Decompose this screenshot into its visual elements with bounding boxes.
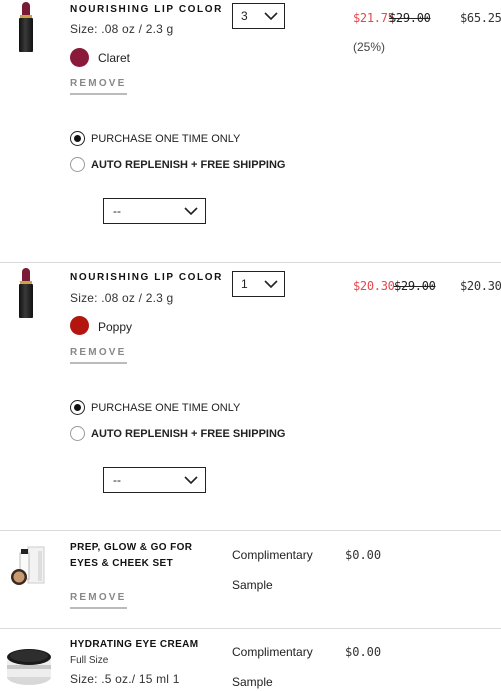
quantity-value: 3 — [241, 9, 248, 23]
auto-replenish-option[interactable]: AUTO REPLENISH + FREE SHIPPING — [70, 426, 285, 441]
quantity-select[interactable]: 3 — [232, 3, 285, 29]
chevron-down-icon — [264, 280, 278, 289]
frequency-value: -- — [113, 204, 121, 218]
sample-label: Sample — [232, 675, 273, 689]
original-price: $29.00 — [394, 279, 436, 293]
sale-price: $20.30 — [353, 279, 395, 293]
shade-swatch — [70, 316, 89, 335]
cart-item-2: NOURISHING LIP COLOR Size: .08 oz / 2.3 … — [0, 263, 501, 530]
sample-label: Sample — [232, 578, 273, 592]
product-size: Size: .08 oz / 2.3 g — [70, 22, 174, 36]
product-size: Size: .08 oz / 2.3 g — [70, 291, 174, 305]
radio-purchase-once[interactable] — [70, 131, 85, 146]
purchase-once-option[interactable]: PURCHASE ONE TIME ONLY — [70, 131, 240, 146]
purchase-once-label: PURCHASE ONE TIME ONLY — [91, 132, 241, 145]
product-image-lipstick — [19, 2, 33, 52]
radio-auto-replenish[interactable] — [70, 426, 85, 441]
line-total: $0.00 — [345, 645, 382, 659]
cart-item-1: NOURISHING LIP COLOR Size: .08 oz / 2.3 … — [0, 0, 501, 262]
frequency-select[interactable]: -- — [103, 467, 206, 493]
product-title[interactable]: HYDRATING EYE CREAM — [70, 639, 199, 650]
auto-replenish-option[interactable]: AUTO REPLENISH + FREE SHIPPING — [70, 157, 285, 172]
purchase-once-label: PURCHASE ONE TIME ONLY — [91, 401, 241, 414]
chevron-down-icon — [184, 207, 198, 216]
sample-item-1: PREP, GLOW & GO FOR EYES & CHEEK SET REM… — [0, 531, 501, 627]
frequency-value: -- — [113, 473, 121, 487]
line-total: $0.00 — [345, 548, 382, 562]
line-total: $20.30 — [460, 279, 501, 293]
purchase-once-option[interactable]: PURCHASE ONE TIME ONLY — [70, 400, 240, 415]
product-image-lipstick — [19, 268, 33, 318]
complimentary-label: Complimentary — [232, 548, 313, 562]
remove-button[interactable]: REMOVE — [70, 78, 127, 95]
line-total: $65.25 — [460, 11, 501, 25]
product-image-set — [11, 546, 45, 585]
discount-percent: (25%) — [353, 40, 386, 54]
product-subtitle: Full Size — [70, 655, 109, 666]
shade-swatch — [70, 48, 89, 67]
radio-purchase-once[interactable] — [70, 400, 85, 415]
remove-button[interactable]: REMOVE — [70, 592, 127, 609]
remove-button[interactable]: REMOVE — [70, 347, 127, 364]
quantity-value: 1 — [241, 277, 248, 291]
original-price: $29.00 — [389, 11, 431, 25]
sample-item-2: HYDRATING EYE CREAM Full Size Size: .5 o… — [0, 629, 501, 691]
product-image-jar — [7, 649, 51, 685]
product-size: Size: .5 oz./ 15 ml 1 — [70, 672, 180, 686]
product-title[interactable]: PREP, GLOW & GO FOR EYES & CHEEK SET — [70, 540, 220, 572]
complimentary-label: Complimentary — [232, 645, 313, 659]
auto-replenish-label: AUTO REPLENISH + FREE SHIPPING — [91, 427, 286, 440]
shade-name: Poppy — [98, 320, 133, 334]
product-title[interactable]: NOURISHING LIP COLOR — [70, 4, 223, 15]
shade-name: Claret — [98, 51, 131, 65]
product-title[interactable]: NOURISHING LIP COLOR — [70, 272, 223, 283]
frequency-select[interactable]: -- — [103, 198, 206, 224]
quantity-select[interactable]: 1 — [232, 271, 285, 297]
chevron-down-icon — [264, 12, 278, 21]
chevron-down-icon — [184, 476, 198, 485]
radio-auto-replenish[interactable] — [70, 157, 85, 172]
auto-replenish-label: AUTO REPLENISH + FREE SHIPPING — [91, 158, 286, 171]
